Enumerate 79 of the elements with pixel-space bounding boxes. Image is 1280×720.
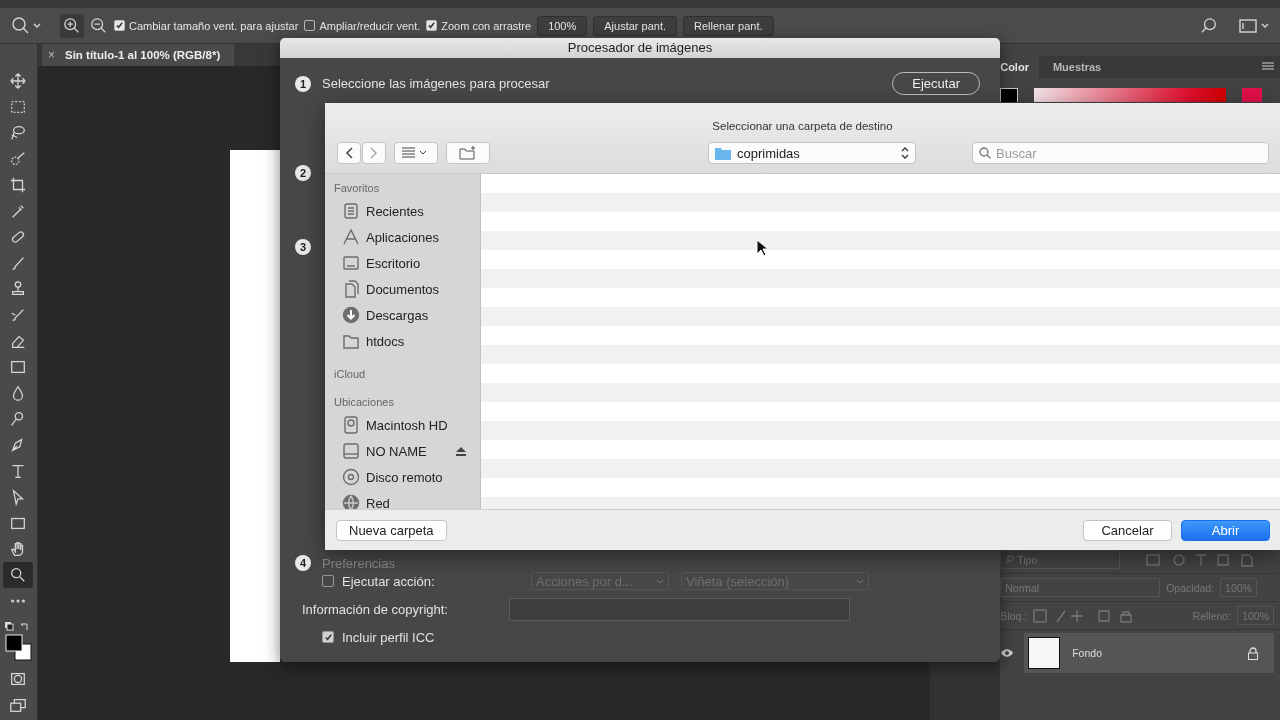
sidebar-item[interactable]: Documentos [334,276,472,303]
step-number: 2 [295,165,311,181]
desktop-icon [342,254,360,273]
color-ramp[interactable] [1034,88,1227,102]
forward-icon [370,147,378,159]
disc-icon [342,468,360,487]
step-number: 3 [295,239,311,255]
panel-tab[interactable]: Color [1000,56,1039,78]
workspace-icon[interactable] [1238,16,1270,35]
search-icon [1005,555,1015,564]
layer-thumbnail [1028,637,1061,669]
sheet-title: Seleccionar una carpeta de destino [711,120,894,132]
option-button[interactable]: Rellenar pant. [683,15,774,36]
zoom-in-icon[interactable] [60,13,84,38]
zoom-out-icon[interactable] [90,16,108,35]
sidebar-item[interactable]: Aplicaciones [334,224,472,251]
checkbox[interactable] [114,20,125,31]
option-label: Incluir perfil ICC [342,629,435,645]
option-label: Ampliar/reducir vent. [319,19,421,32]
up-down-arrows-icon [901,147,909,159]
drive-icon [342,442,360,461]
layer-row[interactable]: Fondo [1024,633,1274,673]
sidebar-item[interactable]: htdocs [334,328,472,355]
option-label: Ejecutar acción: [342,573,436,589]
option-button[interactable]: Ajustar pant. [593,15,678,36]
sidebar-heading: iCloud [334,368,367,383]
color-swatch[interactable] [1242,88,1263,102]
sidebar-heading: Ubicaciones [334,396,395,411]
cancel-button[interactable]: Cancelar [1083,519,1172,541]
step-number: 1 [295,75,311,92]
document-tray-icon [342,202,360,221]
folder-icon [715,146,731,160]
section-title: Preferencias [322,555,395,571]
documents-icon [342,280,360,299]
chevron-icon [856,578,864,584]
field-label: Información de copyright: [302,601,449,617]
new-folder-button[interactable]: Nueva carpeta [336,519,447,541]
dialog-title: Procesador de imágenes [280,38,1000,58]
option-button[interactable]: 100% [537,15,588,36]
section-title: Seleccione las imágenes para procesar [322,76,550,91]
close-icon[interactable]: × [47,48,55,62]
letter-a-icon [342,228,360,247]
sidebar-heading: Favoritos [334,182,381,197]
foreground-swatch[interactable] [1000,88,1019,102]
sidebar-item[interactable]: Macintosh HD [334,412,472,439]
zoom-preset-icon[interactable] [10,15,42,36]
checkbox[interactable] [426,20,438,31]
checkbox[interactable] [322,631,334,643]
search-icon [979,147,991,159]
sidebar-item[interactable]: Red [334,490,472,510]
location-dropdown[interactable]: coprimidas [708,142,916,164]
search-icon[interactable] [1200,16,1218,35]
eject-icon[interactable] [456,446,466,456]
back-icon [345,147,353,159]
eye-icon[interactable] [1000,648,1015,658]
checkbox[interactable] [304,20,316,31]
document-tab[interactable]: × Sin título-1 al 100% (RGB/8*) [41,44,235,66]
back-button[interactable] [337,142,361,164]
sidebar-item[interactable]: Disco remoto [334,464,472,491]
sidebar-item[interactable]: Escritorio [334,250,472,277]
open-button[interactable]: Abrir [1181,519,1270,541]
sidebar-item[interactable]: Descargas [334,302,472,329]
view-options-button[interactable] [394,142,438,164]
sidebar-item[interactable]: Recientes [334,198,472,225]
copyright-field[interactable] [509,597,850,621]
download-icon [342,306,360,325]
chevron-icon [656,578,664,584]
sidebar-item[interactable]: NO NAME [334,438,472,465]
option-label: Cambiar tamaño vent. para ajustar [129,19,299,32]
folder-icon [342,332,360,351]
mouse-pointer-icon [756,239,768,257]
new-folder-icon [459,146,477,160]
menu-icon[interactable] [1262,62,1274,72]
search-field[interactable]: Buscar [972,142,1269,164]
checkbox[interactable] [322,575,334,587]
option-label: Zoom con arrastre [441,19,532,32]
zoom-tool-icon[interactable] [3,562,34,588]
step-number: 4 [295,555,311,571]
layer-name: Fondo [1072,647,1102,659]
